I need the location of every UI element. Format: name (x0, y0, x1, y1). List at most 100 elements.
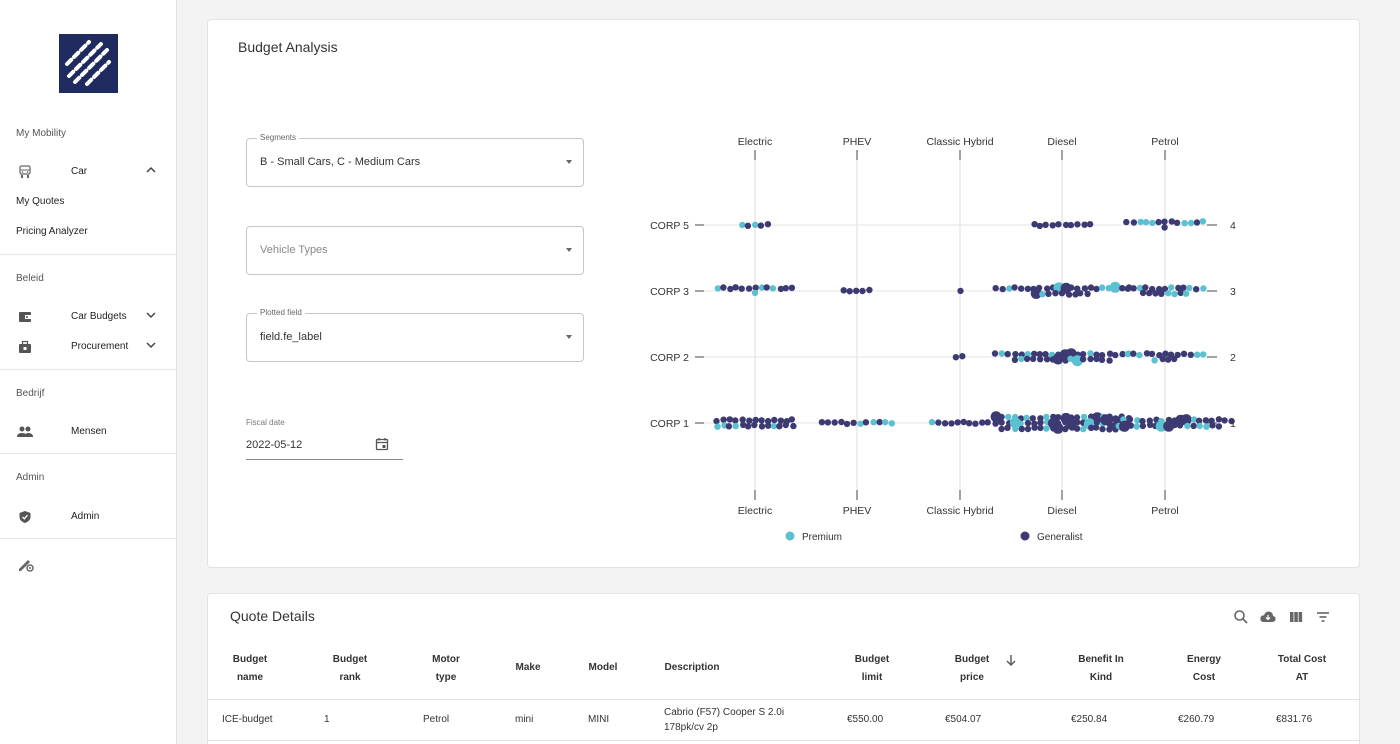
calendar-icon[interactable] (375, 437, 389, 451)
filter-icon[interactable] (1315, 609, 1331, 625)
segments-select[interactable]: Segments B - Small Cars, C - Medium Cars (246, 133, 584, 187)
column-header[interactable]: Budget rank (305, 651, 395, 687)
row-label: CORP 5 (650, 220, 689, 232)
data-point (1176, 422, 1184, 429)
settings-pen-icon[interactable] (17, 555, 35, 573)
chevron-down-icon[interactable] (145, 339, 157, 351)
cell-budget-limit: €550.00 (847, 714, 884, 725)
data-point (1202, 417, 1210, 424)
category-label-top: Classic Hybrid (926, 136, 993, 148)
data-point (979, 419, 986, 426)
data-point (1215, 416, 1223, 423)
data-point (1086, 221, 1094, 228)
data-point (1024, 419, 1032, 427)
sidebar-item-car[interactable]: Car (0, 158, 176, 184)
sidebar-item-procurement[interactable]: Procurement (0, 333, 176, 359)
data-point (1173, 219, 1181, 226)
category-label-top: Electric (738, 136, 772, 148)
data-point (751, 421, 758, 429)
data-point (1119, 285, 1126, 292)
section-admin: Admin (16, 472, 45, 483)
column-header[interactable]: Energy Cost (1159, 651, 1249, 687)
column-header[interactable]: Budget name (205, 651, 295, 687)
data-point (1037, 356, 1044, 363)
company-logo[interactable] (59, 34, 118, 93)
data-point (1193, 219, 1201, 226)
vehicle-types-select[interactable]: Vehicle Types (246, 226, 584, 275)
data-point (782, 421, 789, 429)
data-point (1130, 285, 1137, 292)
data-point (1018, 425, 1025, 433)
data-point (764, 221, 772, 228)
sidebar-item-pricing-analyzer[interactable]: Pricing Analyzer (16, 226, 88, 237)
data-point (1005, 413, 1012, 421)
cell-description-line2: 178pk/cv 2p (664, 722, 718, 733)
cloud-download-icon[interactable] (1260, 609, 1276, 625)
fiscal-date-field[interactable]: Fiscal date 2022-05-12 (246, 418, 403, 460)
data-point (726, 416, 733, 423)
column-header[interactable]: Description (647, 659, 737, 677)
data-point (850, 419, 857, 426)
data-point (1052, 353, 1064, 365)
underline (246, 459, 403, 460)
data-point (1165, 290, 1172, 297)
data-point (758, 417, 765, 424)
divider (0, 538, 176, 539)
data-point (972, 420, 979, 427)
columns-icon[interactable] (1288, 609, 1304, 625)
data-point (1052, 290, 1059, 297)
data-point (1004, 350, 1011, 358)
column-header[interactable]: Model (558, 659, 648, 677)
sidebar-item-admin[interactable]: Admin (0, 503, 176, 529)
data-point (1186, 284, 1193, 292)
data-point (846, 288, 853, 295)
sidebar-item-label: Procurement (71, 341, 129, 352)
data-point (1109, 281, 1121, 293)
data-point (960, 418, 967, 426)
data-point (935, 419, 942, 426)
data-point (776, 423, 783, 430)
data-point (769, 285, 777, 292)
sidebar-item-mensen[interactable]: Mensen (0, 418, 176, 444)
data-point (948, 420, 955, 427)
column-header[interactable]: Total Cost AT (1257, 651, 1347, 687)
data-point (1011, 356, 1019, 364)
data-point (998, 419, 1005, 426)
plotted-field-select[interactable]: Plotted field field.fe_label (246, 308, 584, 362)
data-point (1107, 422, 1114, 429)
data-point (998, 413, 1005, 421)
data-point (713, 417, 720, 425)
sort-descending-icon[interactable] (1004, 653, 1018, 667)
chevron-down-icon[interactable] (145, 309, 157, 321)
shield-icon (17, 509, 33, 525)
column-header[interactable]: Motor type (401, 651, 491, 687)
data-point (1043, 356, 1051, 363)
people-icon (17, 424, 33, 440)
data-point (1200, 351, 1207, 358)
data-point (1024, 425, 1032, 433)
cell-total-cost: €831.76 (1276, 714, 1313, 725)
field-value: field.fe_label (260, 331, 322, 343)
data-point (1161, 218, 1168, 225)
data-point (758, 423, 766, 430)
data-point (1036, 222, 1043, 230)
search-icon[interactable] (1233, 609, 1249, 625)
sidebar-item-label: Car Budgets (71, 311, 127, 322)
data-point (1062, 425, 1069, 433)
data-point (1148, 350, 1156, 358)
data-point (1194, 351, 1201, 358)
data-point (1039, 291, 1046, 298)
cell-benefit-in-kind: €250.84 (1071, 714, 1108, 725)
sidebar-item-car-budgets[interactable]: Car Budgets (0, 303, 176, 329)
column-header[interactable]: Budget limit (827, 651, 917, 687)
chevron-up-icon[interactable] (145, 164, 157, 176)
date-input[interactable]: 2022-05-12 (246, 439, 302, 451)
data-point (984, 419, 991, 426)
data-point (1065, 291, 1073, 298)
wallet-icon (17, 309, 33, 325)
column-header[interactable]: Benefit In Kind (1056, 651, 1146, 687)
data-point (1076, 290, 1084, 297)
divider (0, 453, 176, 454)
sidebar-item-my-quotes[interactable]: My Quotes (16, 196, 64, 207)
data-point (1127, 422, 1135, 429)
